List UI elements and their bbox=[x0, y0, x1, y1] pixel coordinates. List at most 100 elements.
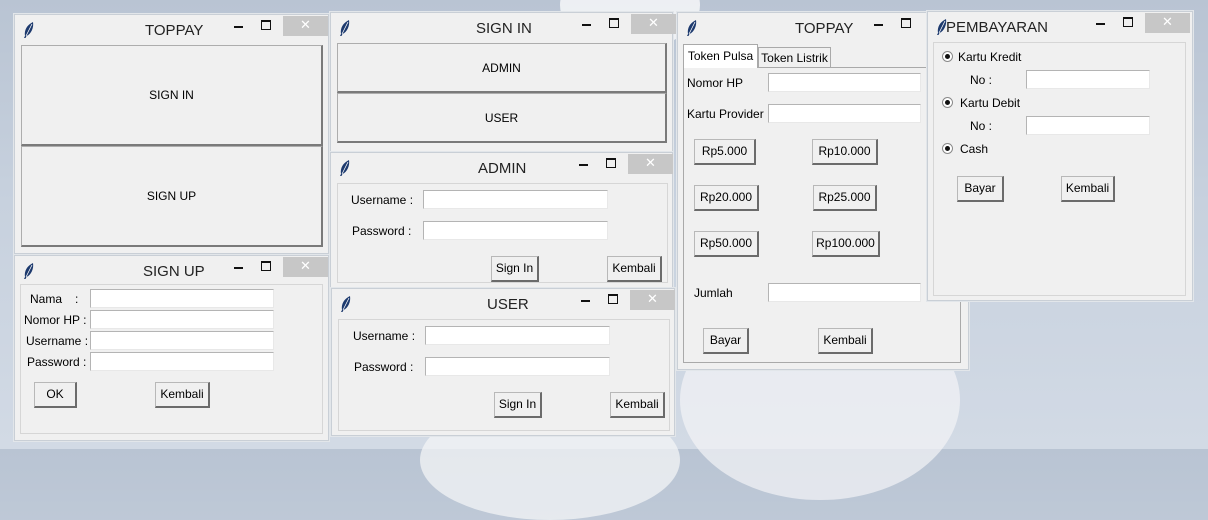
maximize-icon[interactable] bbox=[1123, 17, 1133, 27]
feather-icon bbox=[340, 20, 350, 36]
back-button[interactable]: Kembali bbox=[610, 392, 665, 418]
tab-token-pulsa[interactable]: Token Pulsa bbox=[683, 44, 758, 68]
debit-card-label: Kartu Debit bbox=[960, 96, 1021, 110]
debit-number-field[interactable] bbox=[1026, 116, 1150, 135]
sign-up-button[interactable]: SIGN UP bbox=[21, 146, 323, 247]
password-field[interactable] bbox=[423, 221, 608, 240]
tab-label: Token Pulsa bbox=[687, 49, 754, 63]
amount-label: Rp20.000 bbox=[699, 190, 753, 204]
provider-label: Kartu Provider bbox=[687, 107, 764, 121]
title-bar[interactable]: ADMIN ✕ bbox=[331, 153, 673, 183]
credit-card-radio[interactable] bbox=[942, 51, 953, 62]
close-icon[interactable]: ✕ bbox=[283, 16, 328, 36]
title-bar[interactable]: SIGN IN ✕ bbox=[331, 13, 676, 43]
minimize-icon[interactable] bbox=[874, 24, 883, 26]
tab-label: Token Listrik bbox=[761, 51, 828, 65]
pay-button[interactable]: Bayar bbox=[703, 328, 749, 354]
back-button[interactable]: Kembali bbox=[818, 328, 873, 354]
username-label: Username : bbox=[26, 334, 89, 348]
title-bar[interactable]: USER ✕ bbox=[332, 289, 675, 319]
phone-field[interactable] bbox=[90, 310, 274, 329]
minimize-icon[interactable] bbox=[579, 164, 588, 166]
name-field[interactable] bbox=[90, 289, 274, 308]
user-button[interactable]: USER bbox=[337, 93, 667, 143]
feather-icon bbox=[341, 296, 351, 312]
admin-label: ADMIN bbox=[482, 61, 521, 75]
tab-panel-token-pulsa: Nomor HP Kartu Provider Rp5.000 Rp10.000… bbox=[683, 67, 961, 363]
maximize-icon[interactable] bbox=[901, 18, 911, 28]
back-button[interactable]: Kembali bbox=[155, 382, 210, 408]
debit-no-label: No : bbox=[970, 119, 993, 133]
quantity-label: Jumlah bbox=[694, 286, 733, 300]
payment-window: PEMBAYARAN ✕ Kartu Kredit No : Kartu Deb… bbox=[927, 11, 1193, 301]
name-label: Nama bbox=[30, 292, 63, 306]
close-icon[interactable]: ✕ bbox=[630, 290, 675, 310]
close-icon[interactable]: ✕ bbox=[283, 257, 328, 277]
admin-button[interactable]: ADMIN bbox=[337, 43, 667, 93]
sign-up-form: Nama : Nomor HP : Username : Password : … bbox=[20, 284, 323, 434]
pay-label: Bayar bbox=[964, 181, 996, 195]
credit-number-field[interactable] bbox=[1026, 70, 1150, 89]
maximize-icon[interactable] bbox=[261, 261, 271, 271]
title-bar[interactable]: TOPPAY ✕ bbox=[15, 15, 328, 45]
window-title: TOPPAY bbox=[795, 20, 854, 37]
credit-card-label: Kartu Kredit bbox=[958, 50, 1022, 64]
close-icon[interactable]: ✕ bbox=[631, 14, 676, 34]
sign-in-button[interactable]: Sign In bbox=[491, 256, 539, 282]
tab-token-listrik[interactable]: Token Listrik bbox=[758, 47, 831, 68]
maximize-icon[interactable] bbox=[608, 294, 618, 304]
amount-50000-button[interactable]: Rp50.000 bbox=[694, 231, 759, 257]
back-button[interactable]: Kembali bbox=[1061, 176, 1115, 202]
password-field[interactable] bbox=[425, 357, 610, 376]
feather-icon bbox=[24, 22, 34, 38]
window-title: PEMBAYARAN bbox=[946, 19, 1048, 36]
amount-label: Rp100.000 bbox=[816, 236, 875, 250]
password-label: Password : bbox=[354, 360, 414, 374]
minimize-icon[interactable] bbox=[234, 267, 243, 269]
close-icon[interactable]: ✕ bbox=[628, 154, 673, 174]
amount-10000-button[interactable]: Rp10.000 bbox=[812, 139, 878, 165]
amount-100000-button[interactable]: Rp100.000 bbox=[812, 231, 880, 257]
close-icon[interactable]: ✕ bbox=[1145, 13, 1190, 33]
feather-icon bbox=[24, 263, 34, 279]
minimize-icon[interactable] bbox=[582, 24, 591, 26]
amount-20000-button[interactable]: Rp20.000 bbox=[694, 185, 759, 211]
pay-button[interactable]: Bayar bbox=[957, 176, 1004, 202]
amount-25000-button[interactable]: Rp25.000 bbox=[813, 185, 877, 211]
username-field[interactable] bbox=[90, 331, 274, 350]
minimize-icon[interactable] bbox=[234, 26, 243, 28]
radio-selected-icon bbox=[945, 146, 950, 151]
user-label: USER bbox=[484, 111, 519, 125]
amount-5000-button[interactable]: Rp5.000 bbox=[694, 139, 756, 165]
password-label: Password : bbox=[27, 355, 87, 369]
phone-label: Nomor HP bbox=[687, 76, 744, 90]
quantity-field[interactable] bbox=[768, 283, 921, 302]
credit-no-label: No : bbox=[970, 73, 993, 87]
back-label: Kembali bbox=[823, 333, 867, 347]
minimize-icon[interactable] bbox=[581, 300, 590, 302]
username-field[interactable] bbox=[425, 326, 610, 345]
maximize-icon[interactable] bbox=[609, 18, 619, 28]
provider-field[interactable] bbox=[768, 104, 921, 123]
title-bar[interactable]: TOPPAY bbox=[678, 13, 968, 43]
name-colon: : bbox=[75, 292, 79, 306]
title-bar[interactable]: PEMBAYARAN ✕ bbox=[928, 12, 1192, 42]
window-title: USER bbox=[487, 296, 529, 313]
toppay-topup-window: TOPPAY Token Pulsa Token Listrik Nomor H… bbox=[677, 12, 969, 370]
minimize-icon[interactable] bbox=[1096, 23, 1105, 25]
back-label: Kembali bbox=[615, 397, 659, 411]
back-label: Kembali bbox=[1065, 181, 1110, 195]
maximize-icon[interactable] bbox=[606, 158, 616, 168]
maximize-icon[interactable] bbox=[261, 20, 271, 30]
password-field[interactable] bbox=[90, 352, 274, 371]
phone-field[interactable] bbox=[768, 73, 921, 92]
username-field[interactable] bbox=[423, 190, 608, 209]
cash-radio[interactable] bbox=[942, 143, 953, 154]
debit-card-radio[interactable] bbox=[942, 97, 953, 108]
sign-in-button[interactable]: Sign In bbox=[494, 392, 542, 418]
sign-in-button[interactable]: SIGN IN bbox=[21, 45, 323, 146]
ok-button[interactable]: OK bbox=[34, 382, 77, 408]
title-bar[interactable]: SIGN UP ✕ bbox=[15, 256, 328, 286]
feather-icon bbox=[340, 160, 350, 176]
back-button[interactable]: Kembali bbox=[607, 256, 662, 282]
